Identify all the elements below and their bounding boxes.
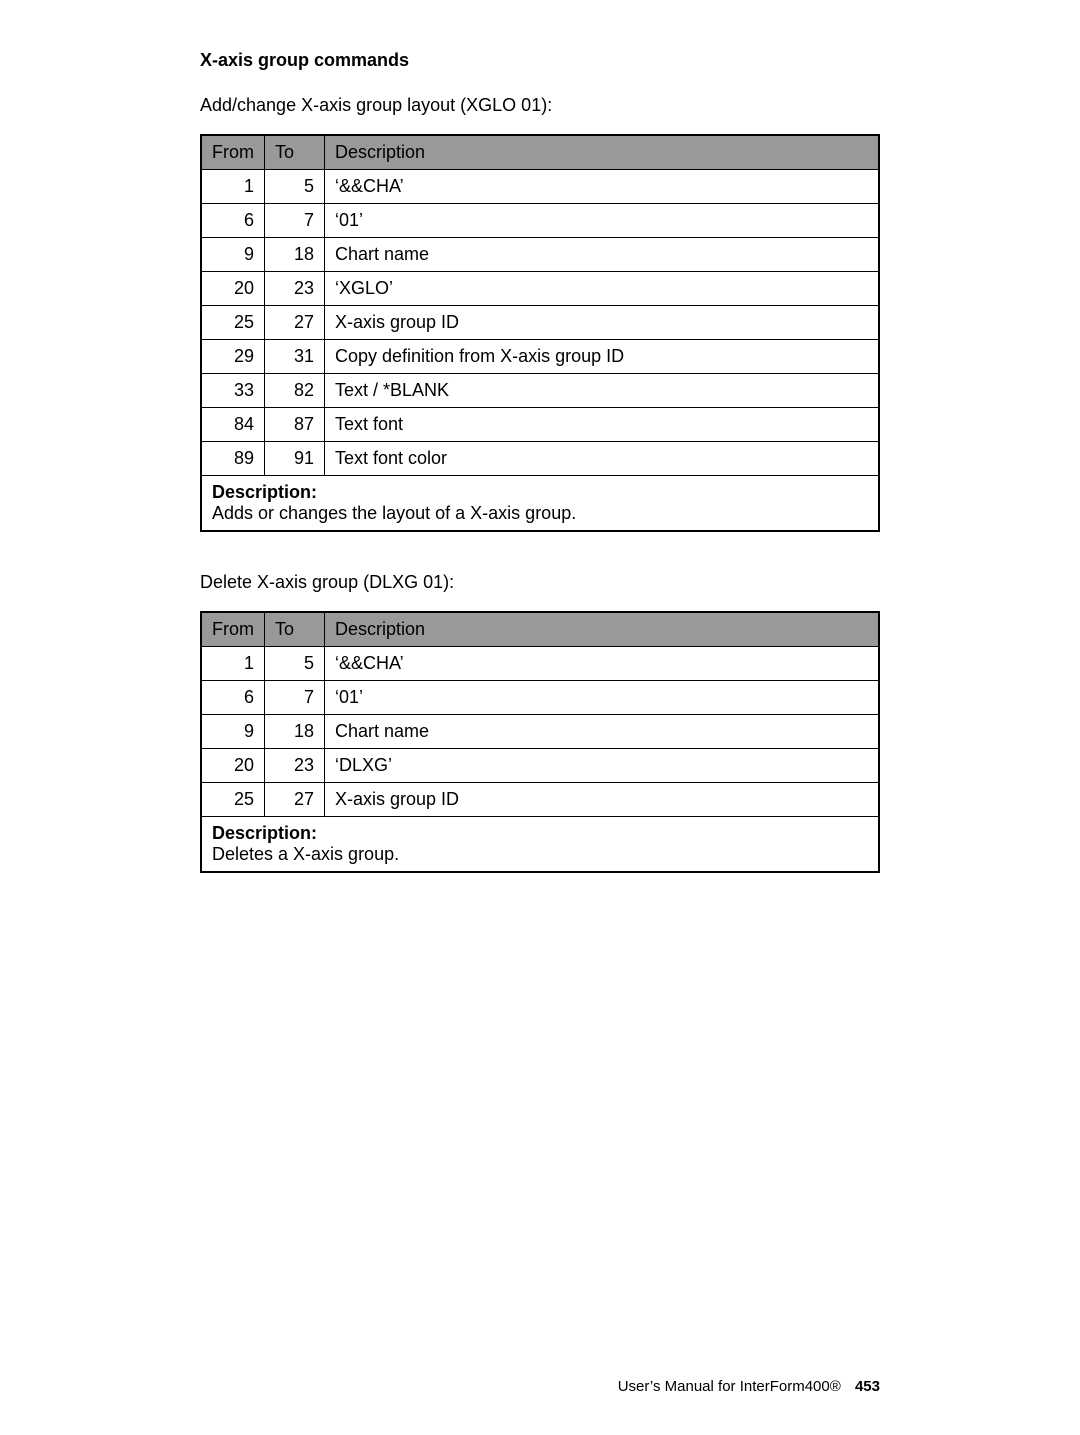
cell-to: 23 [265,749,325,783]
table2-header-row: From To Description [201,612,879,647]
table1: From To Description 1 5 ‘&&CHA’ 6 7 ‘01’… [200,134,880,532]
table-row: 89 91 Text font color [201,442,879,476]
cell-from: 84 [201,408,265,442]
cell-to: 87 [265,408,325,442]
table-row: 1 5 ‘&&CHA’ [201,170,879,204]
cell-from: 33 [201,374,265,408]
table1-header-from: From [201,135,265,170]
table1-header-row: From To Description [201,135,879,170]
section-title: X-axis group commands [200,50,880,71]
cell-desc: ‘&&CHA’ [325,170,880,204]
cell-desc: ‘01’ [325,681,880,715]
footer-page-number: 453 [855,1378,880,1395]
table-row: 25 27 X-axis group ID [201,783,879,817]
cell-to: 91 [265,442,325,476]
cell-desc: Chart name [325,715,880,749]
cell-to: 31 [265,340,325,374]
table-row: 9 18 Chart name [201,238,879,272]
cell-to: 5 [265,647,325,681]
table1-header-desc: Description [325,135,880,170]
cell-from: 6 [201,204,265,238]
table-row: 33 82 Text / *BLANK [201,374,879,408]
table2-caption: Delete X-axis group (DLXG 01): [200,572,880,593]
cell-desc: ‘&&CHA’ [325,647,880,681]
cell-to: 27 [265,306,325,340]
cell-desc: Text font [325,408,880,442]
cell-from: 6 [201,681,265,715]
cell-to: 18 [265,715,325,749]
cell-desc: ‘DLXG’ [325,749,880,783]
cell-from: 25 [201,783,265,817]
table-row: 9 18 Chart name [201,715,879,749]
cell-desc: Text / *BLANK [325,374,880,408]
table-row: 25 27 X-axis group ID [201,306,879,340]
table1-description-label: Description: [212,482,317,502]
cell-from: 9 [201,715,265,749]
table1-description-row: Description: Adds or changes the layout … [201,476,879,532]
cell-from: 25 [201,306,265,340]
table-row: 84 87 Text font [201,408,879,442]
cell-from: 20 [201,272,265,306]
cell-desc: Text font color [325,442,880,476]
table2: From To Description 1 5 ‘&&CHA’ 6 7 ‘01’… [200,611,880,873]
page-footer: User’s Manual for InterForm400® 453 [618,1378,880,1395]
cell-desc: ‘XGLO’ [325,272,880,306]
cell-desc: Chart name [325,238,880,272]
table-row: 1 5 ‘&&CHA’ [201,647,879,681]
table2-header-desc: Description [325,612,880,647]
table1-description-text: Adds or changes the layout of a X-axis g… [212,503,576,523]
cell-desc: X-axis group ID [325,783,880,817]
table1-caption: Add/change X-axis group layout (XGLO 01)… [200,95,880,116]
cell-from: 9 [201,238,265,272]
table2-header-from: From [201,612,265,647]
cell-from: 1 [201,647,265,681]
table-row: 29 31 Copy definition from X-axis group … [201,340,879,374]
cell-to: 82 [265,374,325,408]
cell-from: 89 [201,442,265,476]
table1-header-to: To [265,135,325,170]
cell-desc: ‘01’ [325,204,880,238]
table-row: 6 7 ‘01’ [201,681,879,715]
cell-to: 27 [265,783,325,817]
footer-text: User’s Manual for InterForm400® [618,1378,841,1395]
cell-desc: Copy definition from X-axis group ID [325,340,880,374]
cell-to: 7 [265,204,325,238]
table-row: 20 23 ‘XGLO’ [201,272,879,306]
table2-description-row: Description: Deletes a X-axis group. [201,817,879,873]
table2-description-cell: Description: Deletes a X-axis group. [201,817,879,873]
table1-description-cell: Description: Adds or changes the layout … [201,476,879,532]
cell-from: 1 [201,170,265,204]
cell-to: 18 [265,238,325,272]
table2-description-text: Deletes a X-axis group. [212,844,399,864]
table-row: 6 7 ‘01’ [201,204,879,238]
table2-header-to: To [265,612,325,647]
cell-from: 20 [201,749,265,783]
table-row: 20 23 ‘DLXG’ [201,749,879,783]
table2-description-label: Description: [212,823,317,843]
page: X-axis group commands Add/change X-axis … [0,0,1080,1435]
cell-to: 7 [265,681,325,715]
cell-from: 29 [201,340,265,374]
cell-to: 23 [265,272,325,306]
cell-to: 5 [265,170,325,204]
cell-desc: X-axis group ID [325,306,880,340]
